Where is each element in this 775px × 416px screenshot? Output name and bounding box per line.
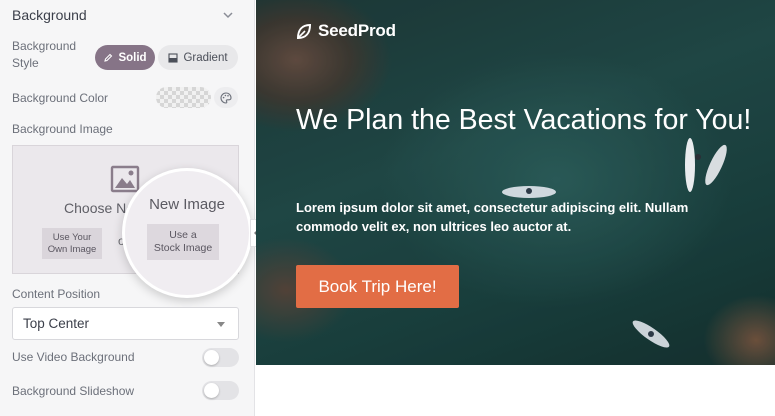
color-picker-button[interactable]: [214, 87, 238, 108]
background-image-label: Background Image: [12, 122, 113, 136]
use-stock-image-button[interactable]: Use a Stock Image: [147, 224, 219, 260]
dropdown-caret-icon: [217, 322, 225, 327]
book-trip-button[interactable]: Book Trip Here!: [296, 265, 459, 308]
hero-headline[interactable]: We Plan the Best Vacations for You!: [296, 103, 756, 137]
solid-button[interactable]: Solid: [95, 45, 155, 70]
magnified-choose-text: New Image: [149, 196, 225, 213]
logo-text: SeedProd: [318, 21, 396, 40]
background-color-label: Background Color: [12, 91, 109, 105]
content-position-label: Content Position: [12, 287, 101, 301]
seedprod-logo[interactable]: SeedProd: [296, 21, 396, 41]
video-background-toggle[interactable]: [202, 348, 239, 367]
hero-section[interactable]: SeedProd We Plan the Best Vacations for …: [256, 0, 775, 365]
slideshow-label: Background Slideshow: [12, 384, 135, 398]
video-background-label: Use Video Background: [12, 350, 135, 364]
gradient-icon: [168, 52, 178, 63]
content-position-select[interactable]: Top Center: [12, 307, 239, 340]
pencil-icon: [104, 53, 113, 62]
kayak-image: [705, 144, 727, 186]
leaf-icon: [296, 23, 312, 39]
color-swatch[interactable]: [156, 87, 211, 108]
section-title[interactable]: Background: [12, 7, 87, 23]
zoom-magnifier: New Image Use a Stock Image: [122, 168, 252, 298]
toggle-knob: [204, 350, 219, 365]
chevron-down-icon[interactable]: [223, 10, 233, 20]
slideshow-toggle[interactable]: [202, 381, 239, 400]
settings-panel: Background Background Style Solid Gradie…: [0, 0, 255, 416]
page-below-hero: [256, 365, 775, 416]
kayak-image: [632, 320, 670, 348]
use-own-image-button[interactable]: Use Your Own Image: [42, 228, 102, 259]
gradient-label: Gradient: [183, 51, 228, 64]
hero-subtext[interactable]: Lorem ipsum dolor sit amet, consectetur …: [296, 198, 716, 236]
image-icon: [110, 165, 140, 193]
solid-label: Solid: [118, 51, 147, 64]
content-position-value: Top Center: [23, 316, 90, 331]
gradient-button[interactable]: Gradient: [158, 45, 238, 70]
palette-icon: [220, 91, 232, 104]
toggle-knob: [204, 383, 219, 398]
background-style-label: Background Style: [12, 39, 77, 70]
